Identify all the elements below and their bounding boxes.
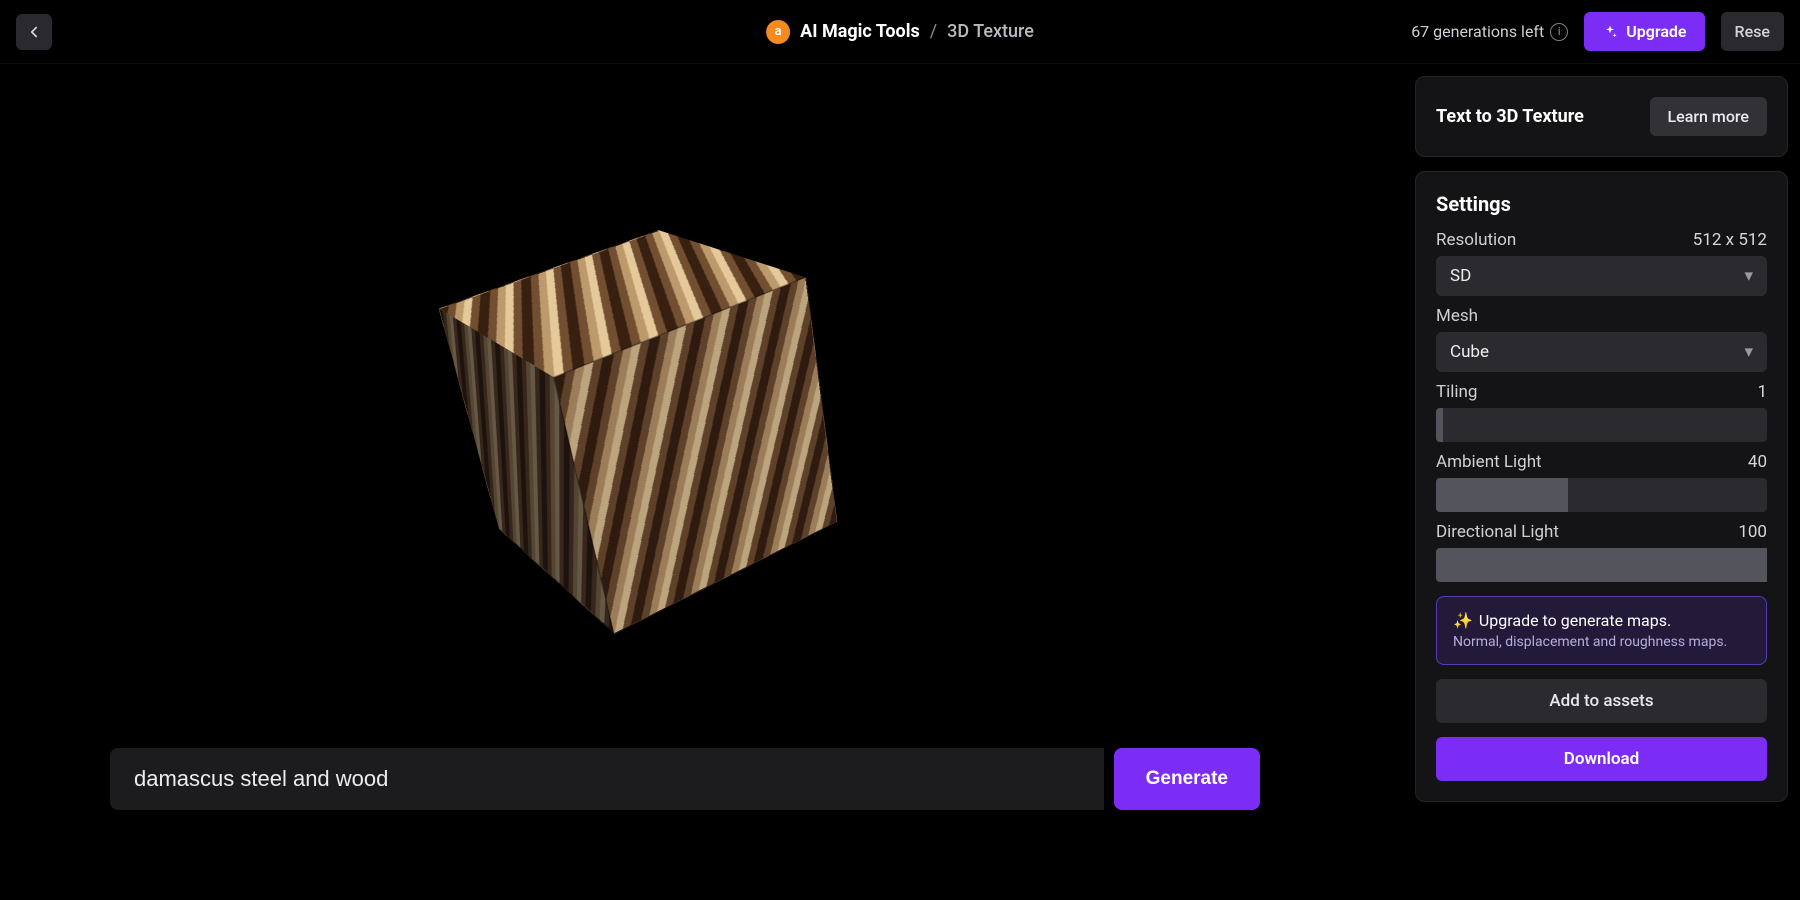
avatar: a	[766, 20, 790, 44]
generations-left-text: 67 generations left	[1411, 22, 1544, 41]
sparkle-icon: ✨	[1453, 611, 1473, 630]
chevron-down-icon: ▾	[1744, 342, 1753, 362]
arrow-left-icon	[25, 23, 43, 41]
resolution-select-value: SD	[1450, 266, 1471, 286]
tiling-slider-fill	[1436, 408, 1443, 442]
tiling-value: 1	[1757, 382, 1767, 402]
download-button[interactable]: Download	[1436, 737, 1767, 781]
sparkle-icon	[1602, 24, 1618, 40]
breadcrumb: AI Magic Tools / 3D Texture	[800, 21, 1034, 42]
mesh-select[interactable]: Cube ▾	[1436, 332, 1767, 372]
resolution-value: 512 x 512	[1693, 230, 1767, 250]
ambient-light-slider[interactable]	[1436, 478, 1767, 512]
mesh-select-value: Cube	[1450, 342, 1489, 362]
upgrade-maps-title: Upgrade to generate maps.	[1479, 611, 1671, 630]
mesh-label: Mesh	[1436, 306, 1478, 326]
directional-light-value: 100	[1738, 522, 1767, 542]
resolution-select[interactable]: SD ▾	[1436, 256, 1767, 296]
add-to-assets-button[interactable]: Add to assets	[1436, 679, 1767, 723]
settings-title: Settings	[1436, 192, 1767, 216]
generate-button[interactable]: Generate	[1114, 748, 1260, 810]
ambient-light-label: Ambient Light	[1436, 452, 1542, 472]
breadcrumb-main[interactable]: AI Magic Tools	[800, 21, 920, 42]
breadcrumb-separator: /	[930, 21, 937, 42]
tiling-label: Tiling	[1436, 382, 1477, 402]
directional-light-slider[interactable]	[1436, 548, 1767, 582]
texture-preview[interactable]	[430, 224, 850, 624]
preview-viewport[interactable]: Generate	[0, 64, 1415, 900]
tiling-slider[interactable]	[1436, 408, 1767, 442]
reset-button[interactable]: Rese	[1721, 12, 1784, 51]
upgrade-maps-card[interactable]: ✨ Upgrade to generate maps. Normal, disp…	[1436, 596, 1767, 665]
directional-light-slider-fill	[1436, 548, 1767, 582]
breadcrumb-sub: 3D Texture	[947, 21, 1034, 42]
chevron-down-icon: ▾	[1744, 266, 1753, 286]
panel-title: Text to 3D Texture	[1436, 106, 1584, 127]
info-icon[interactable]: i	[1550, 23, 1568, 41]
upgrade-maps-subtitle: Normal, displacement and roughness maps.	[1453, 634, 1750, 650]
directional-light-label: Directional Light	[1436, 522, 1559, 542]
upgrade-button[interactable]: Upgrade	[1584, 12, 1704, 51]
upgrade-label: Upgrade	[1626, 22, 1686, 41]
ambient-light-slider-fill	[1436, 478, 1568, 512]
generations-left: 67 generations left i	[1411, 22, 1568, 41]
back-button[interactable]	[16, 14, 52, 50]
learn-more-button[interactable]: Learn more	[1650, 97, 1767, 136]
resolution-label: Resolution	[1436, 230, 1516, 250]
ambient-light-value: 40	[1748, 452, 1767, 472]
prompt-input[interactable]	[110, 748, 1104, 810]
